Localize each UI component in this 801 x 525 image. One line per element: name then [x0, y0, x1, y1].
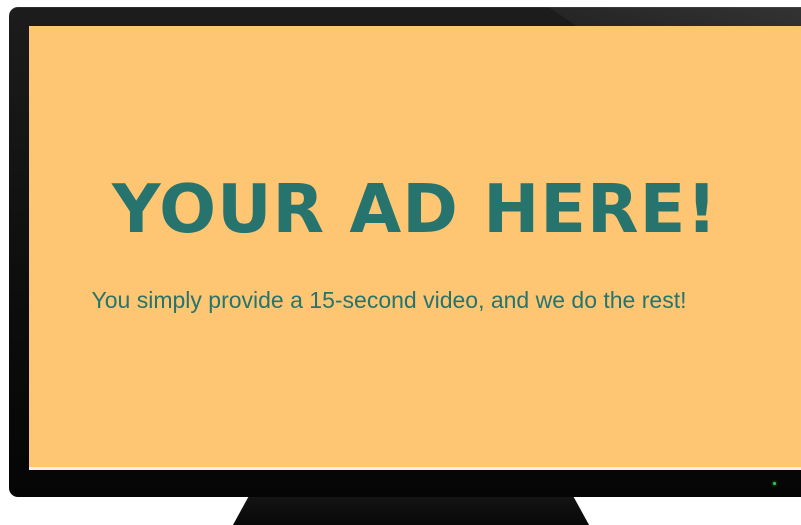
tv-screen: YOUR AD HERE! You simply provide a 15-se… [29, 26, 801, 470]
power-led-icon [773, 482, 776, 485]
ad-subtext: You simply provide a 15-second video, an… [91, 287, 687, 313]
tv-scene: YOUR AD HERE! You simply provide a 15-se… [0, 0, 801, 525]
ad-headline: YOUR AD HERE! [112, 170, 718, 248]
